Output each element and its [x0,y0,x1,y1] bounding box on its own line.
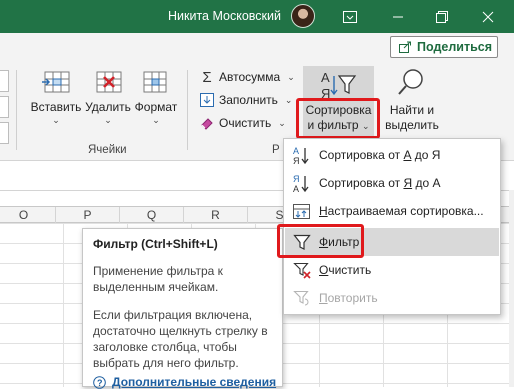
column-header[interactable]: R [184,207,248,224]
find-select-button[interactable]: Найти и выделить ⌄ [380,66,444,146]
delete-label: Удалить [85,100,131,114]
delete-button[interactable]: Удалить ⌄ [84,70,132,125]
find-select-label-line2: выделить [385,118,439,132]
share-button[interactable]: Поделиться [390,36,498,58]
chevron-down-icon: ⌄ [278,117,286,128]
svg-text:A: A [321,70,330,85]
menu-item-custom-sort[interactable]: Настраиваемая сортировка... [285,197,499,225]
magnifier-icon [398,69,423,95]
menu-item-label: Очистить [319,263,372,277]
filter-item-highlight-box [277,224,364,258]
sort-filter-icon: A Я [319,69,359,101]
title-bar: Никита Московский [0,0,514,33]
insert-label: Вставить [30,100,82,114]
tooltip-title: Фильтр (Ctrl+Shift+L) [93,237,218,251]
menu-item-clear[interactable]: Очистить [285,256,499,284]
menu-item-sort-a-z[interactable]: АЯ Сортировка от А до Я [285,141,499,169]
menu-item-reapply: Повторить [285,284,499,312]
column-header[interactable]: P [56,207,120,224]
chevron-down-icon: ⌄ [104,115,112,125]
sigma-icon: Σ [202,68,212,86]
menu-item-label: Сортировка от Я до А [319,176,441,190]
autosum-button[interactable]: Σ Автосумма ⌄ [200,67,295,87]
chevron-down-icon: ⌄ [287,71,295,82]
format-cells-icon [143,71,167,93]
chevron-down-icon: ⌄ [152,115,160,125]
fill-label: Заполнить [219,93,278,107]
fill-down-icon [200,93,214,107]
user-avatar[interactable] [291,4,315,28]
sort-a-z-icon: АЯ [285,145,319,165]
menu-item-sort-z-a[interactable]: ЯА Сортировка от Я до А [285,169,499,197]
chevron-down-icon: ⌄ [52,115,60,125]
share-icon [399,41,411,53]
menu-item-label: Настраиваемая сортировка... [319,204,484,218]
filter-tooltip: Фильтр (Ctrl+Shift+L) Применение фильтра… [82,228,283,389]
vertical-scrollbar[interactable] [509,190,514,387]
svg-text:Я: Я [293,174,300,184]
menu-item-label: Повторить [319,291,378,305]
cells-group-label: Ячейки [88,144,127,156]
reapply-filter-icon [285,289,319,307]
sort-filter-highlight-box [296,98,380,139]
chevron-down-icon: ⌄ [284,94,293,105]
svg-text:Я: Я [293,156,300,165]
find-select-label-line1: Найти и [389,103,435,117]
ribbon-left-partial [0,70,10,144]
svg-text:А: А [293,184,299,193]
ribbon-separator [187,70,188,150]
close-icon[interactable] [466,0,510,33]
column-header[interactable]: Q [120,207,184,224]
sort-z-a-icon: ЯА [285,173,319,193]
clear-button[interactable]: Очистить ⌄ [200,113,286,133]
custom-sort-icon [285,201,319,221]
eraser-icon [201,118,213,130]
fill-button[interactable]: Заполнить ⌄ [200,90,292,110]
clear-filter-icon [285,261,319,279]
menu-item-label: Сортировка от А до Я [319,148,441,162]
svg-text:?: ? [97,378,103,388]
format-button[interactable]: Формат ⌄ [133,70,179,125]
ribbon-display-options-icon[interactable] [328,0,372,33]
restore-icon[interactable] [420,0,464,33]
tooltip-para2: Если фильтрация включена, достаточно щел… [93,308,268,370]
share-label: Поделиться [417,40,493,54]
format-label: Формат [134,100,178,114]
delete-cells-icon [96,71,122,93]
editing-group-label: Р [272,144,280,156]
user-name[interactable]: Никита Московский [168,9,281,23]
clear-label: Очистить [219,116,272,130]
column-header[interactable]: O [0,207,56,224]
autosum-label: Автосумма [219,70,281,84]
minimize-icon[interactable] [376,0,420,33]
insert-cells-icon [42,71,70,93]
ribbon-separator [16,70,17,150]
svg-text:А: А [293,146,299,156]
insert-button[interactable]: Вставить ⌄ [30,70,82,125]
tooltip-para1: Применение фильтра к выделенным ячейкам. [93,264,223,294]
